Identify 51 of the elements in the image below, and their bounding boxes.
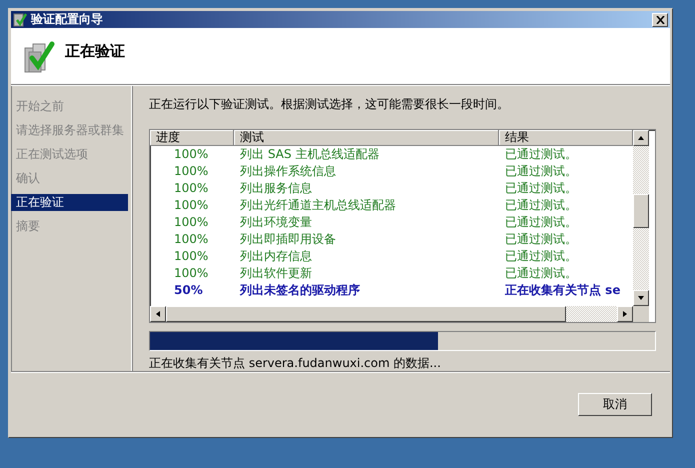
result-cell-text: 已通过测试。 bbox=[504, 230, 578, 248]
column-header[interactable]: 进度 bbox=[150, 130, 234, 146]
result-cell-text: 已通过测试。 bbox=[504, 162, 578, 180]
cancel-button[interactable]: 取消 bbox=[578, 393, 652, 416]
progress-cell-text: 50% bbox=[173, 282, 204, 299]
scroll-down-button[interactable] bbox=[633, 290, 649, 306]
close-icon bbox=[656, 16, 664, 24]
result-cell-text: 已通过测试。 bbox=[504, 214, 578, 231]
triangle-right-icon bbox=[621, 310, 629, 318]
column-header[interactable]: 结果 bbox=[499, 130, 633, 146]
progress-cell-text: 100% bbox=[173, 264, 210, 282]
wizard-icon bbox=[13, 12, 27, 28]
result-cell-text: 正在收集有关节点 se bbox=[504, 282, 622, 299]
test-name-cell-text: 列出环境变量 bbox=[239, 214, 313, 231]
progress-cell-text: 100% bbox=[173, 196, 210, 214]
server-check-icon bbox=[23, 40, 55, 74]
test-name-cell-text: 列出内存信息 bbox=[239, 248, 313, 265]
window-title: 验证配置向导 bbox=[31, 11, 104, 28]
progress-cell-text: 100% bbox=[173, 162, 210, 180]
result-cell-text: 已通过测试。 bbox=[504, 196, 578, 214]
scrollbar-corner bbox=[633, 306, 649, 322]
test-name-cell-text: 列出服务信息 bbox=[239, 180, 313, 197]
triangle-left-icon bbox=[154, 310, 162, 318]
progress-cell-text: 100% bbox=[173, 146, 210, 163]
wizard-step[interactable]: 正在验证 bbox=[11, 194, 128, 211]
test-name-cell-text: 列出操作系统信息 bbox=[239, 162, 337, 180]
status-text: 正在收集有关节点 servera.fudanwuxi.com 的数据... bbox=[149, 354, 442, 372]
test-name-cell-text: 列出即插即用设备 bbox=[239, 230, 337, 248]
test-name-cell-text: 列出未签名的驱动程序 bbox=[238, 282, 361, 299]
scroll-up-button[interactable] bbox=[633, 130, 649, 146]
result-cell-text: 已通过测试。 bbox=[504, 180, 578, 197]
close-button[interactable] bbox=[652, 12, 668, 27]
intro-text: 正在运行以下验证测试。根据测试选择，这可能需要很长一段时间。 bbox=[149, 96, 510, 113]
triangle-down-icon bbox=[637, 294, 645, 302]
triangle-up-icon bbox=[637, 134, 645, 142]
scroll-left-button[interactable] bbox=[150, 306, 166, 322]
page-heading: 正在验证 bbox=[65, 42, 125, 62]
result-cell-text: 已通过测试。 bbox=[504, 146, 578, 163]
progress-cell-text: 100% bbox=[173, 180, 210, 197]
test-name-cell-text: 列出光纤通道主机总线适配器 bbox=[239, 196, 397, 214]
test-name-cell-text: 列出 SAS 主机总线适配器 bbox=[239, 146, 380, 163]
test-name-cell-text: 列出软件更新 bbox=[239, 264, 313, 282]
scroll-thumb[interactable] bbox=[166, 306, 566, 322]
result-cell-text: 已通过测试。 bbox=[504, 264, 578, 282]
progress-cell-text: 100% bbox=[173, 248, 210, 265]
column-header[interactable]: 测试 bbox=[234, 130, 499, 146]
scroll-thumb[interactable] bbox=[633, 194, 649, 228]
scroll-right-button[interactable] bbox=[617, 306, 633, 322]
result-cell-text: 已通过测试。 bbox=[504, 248, 578, 265]
progress-cell-text: 100% bbox=[173, 214, 210, 231]
progress-cell-text: 100% bbox=[173, 230, 210, 248]
